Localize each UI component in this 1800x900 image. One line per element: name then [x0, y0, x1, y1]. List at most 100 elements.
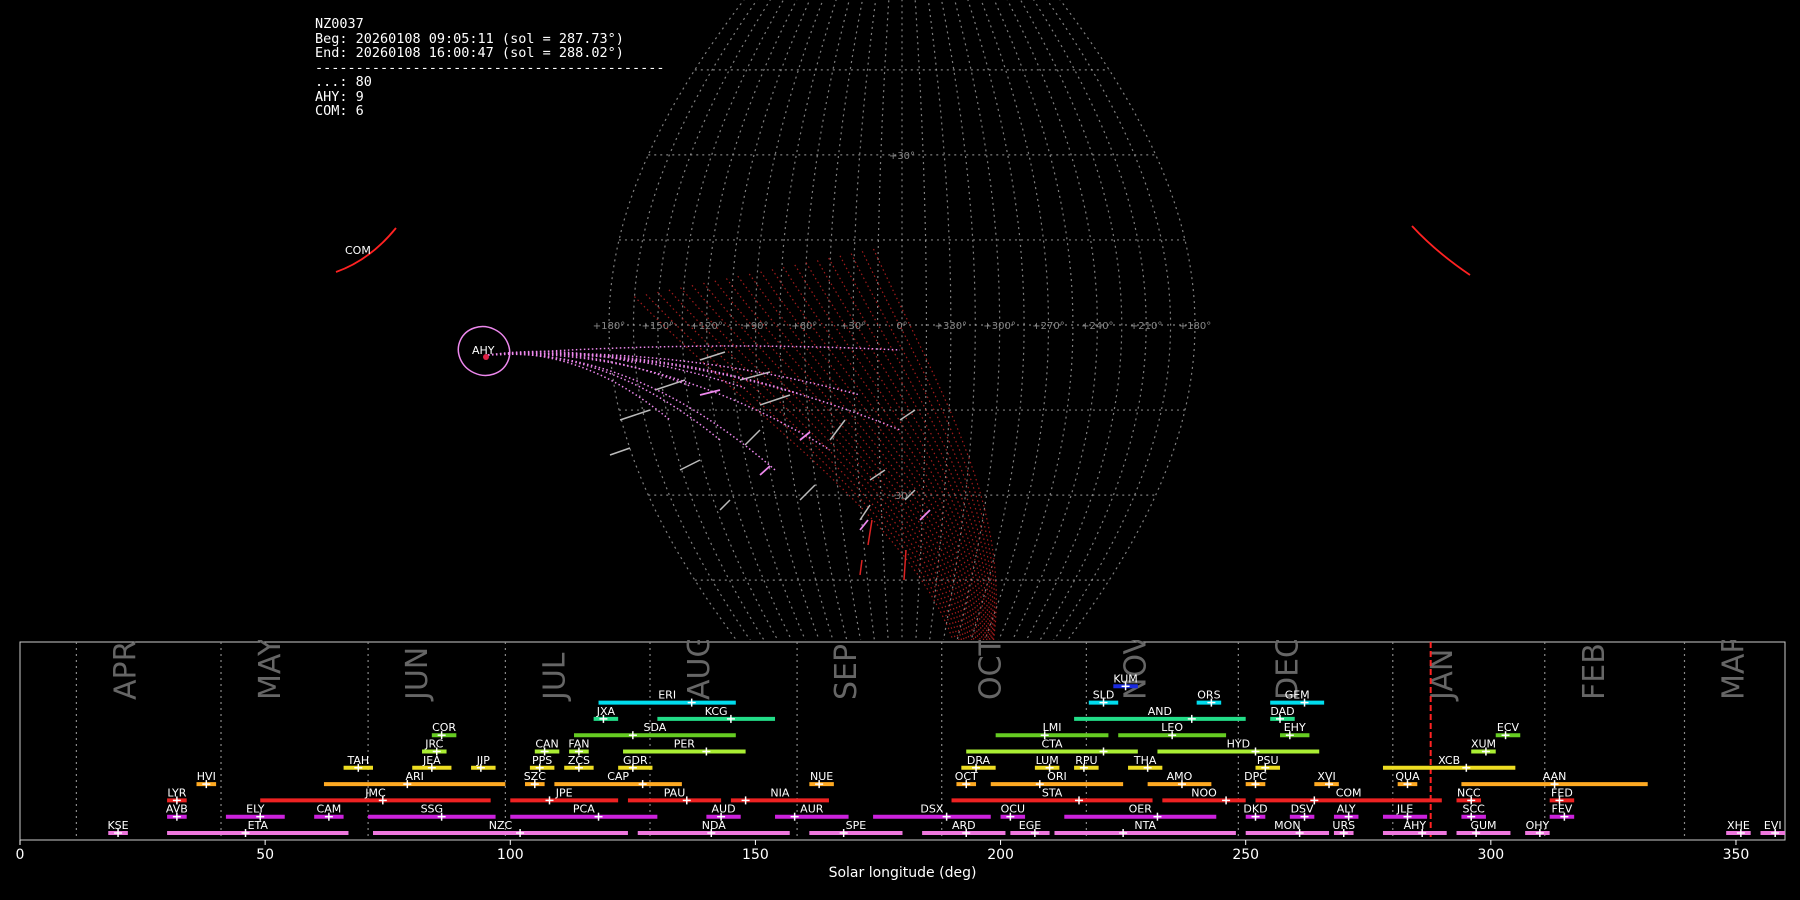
ahy-meteor-trail: [487, 352, 691, 387]
x-tick-label: 100: [497, 847, 524, 863]
meridian-line: [632, 0, 758, 640]
shower-label: LEO: [1161, 721, 1183, 734]
meteor-segment: [799, 484, 816, 501]
longitude-tick-label: +30°: [840, 321, 866, 332]
x-tick-label: 50: [256, 847, 274, 863]
shower-label: JLE: [1396, 803, 1413, 816]
meteor-segment: [679, 459, 701, 471]
meridian-line: [681, 0, 785, 640]
shower-label: PCA: [573, 803, 595, 816]
shower-label: AUR: [800, 803, 824, 816]
shower-label: JIP: [476, 754, 490, 767]
shower-label: SPE: [846, 819, 867, 832]
sporadic-trace: [714, 280, 973, 640]
shower-label: NDA: [702, 819, 727, 832]
ahy-meteor-trail: [487, 353, 776, 471]
meridian-line: [940, 0, 976, 640]
shower-label: PAU: [664, 786, 686, 799]
month-label: AUG: [682, 640, 717, 700]
sporadic-trace: [645, 293, 957, 640]
shower-label: NUE: [810, 770, 833, 783]
shower-label: JRC: [424, 738, 443, 751]
longitude-tick-label: +90°: [742, 321, 768, 332]
shower-label: LYR: [167, 786, 186, 799]
shower-label: OHY: [1526, 819, 1550, 832]
longitude-tick-label: 0°: [896, 321, 907, 332]
shower-label: GUM: [1470, 819, 1496, 832]
shower-label: THA: [1133, 754, 1157, 767]
shower-label: SDA: [644, 721, 667, 734]
shower-label: ELY: [246, 803, 265, 816]
shower-label: DSV: [1291, 803, 1314, 816]
longitude-tick-label: +330°: [935, 321, 967, 332]
x-tick-label: 250: [1232, 847, 1259, 863]
shower-label: KCG: [705, 705, 728, 718]
shower-label: COM: [1336, 786, 1362, 799]
meridian-line: [980, 0, 1050, 640]
shower-label: NCC: [1457, 786, 1481, 799]
month-label: MAY: [253, 640, 288, 700]
meridian-line: [967, 0, 1025, 640]
meteor-segment: [744, 429, 761, 446]
ahy-meteor-trail: [487, 353, 671, 421]
shower-label: PPS: [532, 754, 552, 767]
shower-label: DPC: [1244, 770, 1267, 783]
meteor-segment: [619, 409, 651, 421]
meteor-segment: [699, 389, 721, 396]
shower-label: OCU: [1001, 803, 1025, 816]
shower-label: ORS: [1197, 689, 1220, 702]
shower-label: OCT: [955, 770, 978, 783]
month-label: OCT: [974, 640, 1009, 700]
meridian-line: [1019, 0, 1123, 640]
longitude-tick-label: +180°: [1179, 321, 1211, 332]
shower-label: ARD: [952, 819, 976, 832]
meridian-line: [779, 0, 837, 640]
x-tick-label: 350: [1723, 847, 1750, 863]
shower-label: EGE: [1019, 819, 1041, 832]
shower-label: KUM: [1113, 672, 1137, 685]
meridian-line: [1006, 0, 1098, 640]
meridian-line: [877, 0, 890, 640]
shower-label: NOO: [1191, 786, 1217, 799]
meteor-segment: [739, 371, 771, 381]
shower-label: CAP: [607, 770, 629, 783]
shower-label: XVI: [1317, 770, 1335, 783]
ahy-meteor-trail: [487, 353, 721, 441]
shower-label: AAN: [1543, 770, 1567, 783]
shower-label: KSE: [107, 819, 128, 832]
meteor-segment: [759, 394, 791, 406]
month-label: NOV: [1118, 640, 1153, 700]
ahy-meteor-trail: [487, 345, 901, 356]
x-tick-label: 200: [987, 847, 1014, 863]
meridian-line: [1033, 0, 1147, 640]
shower-label: FAN: [568, 738, 589, 751]
longitude-tick-label: +270°: [1032, 321, 1064, 332]
meridian-line: [993, 0, 1074, 640]
shower-label: LUM: [1036, 754, 1059, 767]
meridian-line: [754, 0, 824, 640]
shower-label: SLD: [1093, 689, 1115, 702]
shower-label: XHE: [1727, 819, 1750, 832]
month-label: JUL: [537, 652, 572, 702]
meridian-line: [657, 0, 771, 640]
com-radiant-label: COM: [345, 244, 371, 257]
shower-label: CTA: [1041, 738, 1063, 751]
month-label: MAR: [1716, 640, 1751, 700]
shower-label: DKD: [1243, 803, 1267, 816]
shower-label: AND: [1148, 705, 1172, 718]
shower-label: DRA: [967, 754, 991, 767]
shower-label: SZC: [524, 770, 547, 783]
ahy-meteor-trail: [487, 353, 901, 431]
meridian-line: [706, 0, 798, 640]
shower-label: QUA: [1395, 770, 1420, 783]
shower-label: OER: [1129, 803, 1153, 816]
shower-label: JPE: [555, 786, 573, 799]
shower-label: ALY: [1337, 803, 1356, 816]
latitude-tick-label: -30°: [891, 491, 912, 502]
meteor-segment: [609, 447, 631, 456]
shower-label: RPU: [1075, 754, 1097, 767]
meteor-segment: [903, 549, 907, 581]
meteor-segment: [654, 379, 686, 391]
sky-map: +180° +150° +120° +90° +60° +30° 0° +330° +300° +…: [335, 0, 1471, 640]
shower-label: AMO: [1167, 770, 1193, 783]
